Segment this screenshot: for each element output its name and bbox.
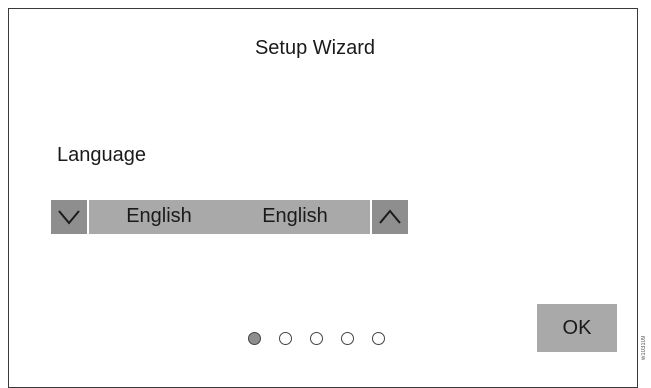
previous-language-button[interactable]	[51, 200, 87, 234]
language-selector: English English	[51, 200, 408, 234]
next-language-button[interactable]	[372, 200, 408, 234]
language-option: English	[126, 205, 192, 227]
chevron-up-icon	[379, 209, 401, 224]
language-value-strip: English English	[89, 200, 370, 234]
page-dot	[310, 332, 323, 345]
page-dot-active	[248, 332, 261, 345]
page-dot	[341, 332, 354, 345]
page-dot	[279, 332, 292, 345]
language-option: English	[262, 205, 328, 227]
language-label: Language	[57, 144, 146, 166]
page-dot	[372, 332, 385, 345]
figure-code: w103109	[641, 335, 647, 360]
ok-button[interactable]: OK	[537, 304, 617, 352]
chevron-down-icon	[58, 210, 80, 225]
page-title: Setup Wizard	[254, 37, 376, 59]
